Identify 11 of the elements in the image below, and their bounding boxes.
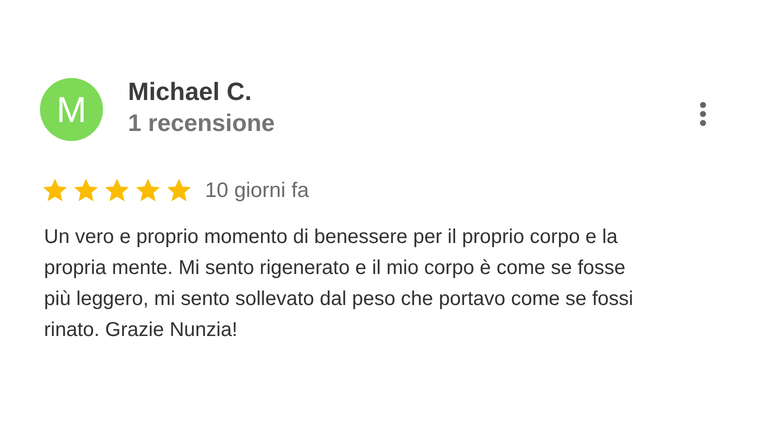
- more-options-icon[interactable]: [699, 100, 707, 126]
- review-date: 10 giorni fa: [205, 178, 309, 202]
- star-icon: [41, 177, 69, 204]
- star-icon: [72, 177, 100, 204]
- avatar: M: [40, 78, 103, 141]
- star-icon: [103, 177, 131, 204]
- star-icon: [165, 177, 193, 204]
- author-name: Michael C.: [128, 78, 253, 106]
- review-text: Un vero e proprio momento di benessere per il proprio corpo e la propria mente. Mi sento rigenerato e il mio corpo è come se fosse più leggero, mi sento sollevato dal peso che portavo come se fossi rinato. Grazie Nunzia!: [44, 225, 634, 343]
- star-icon: [134, 177, 162, 204]
- review-count: 1 recensione: [128, 110, 276, 138]
